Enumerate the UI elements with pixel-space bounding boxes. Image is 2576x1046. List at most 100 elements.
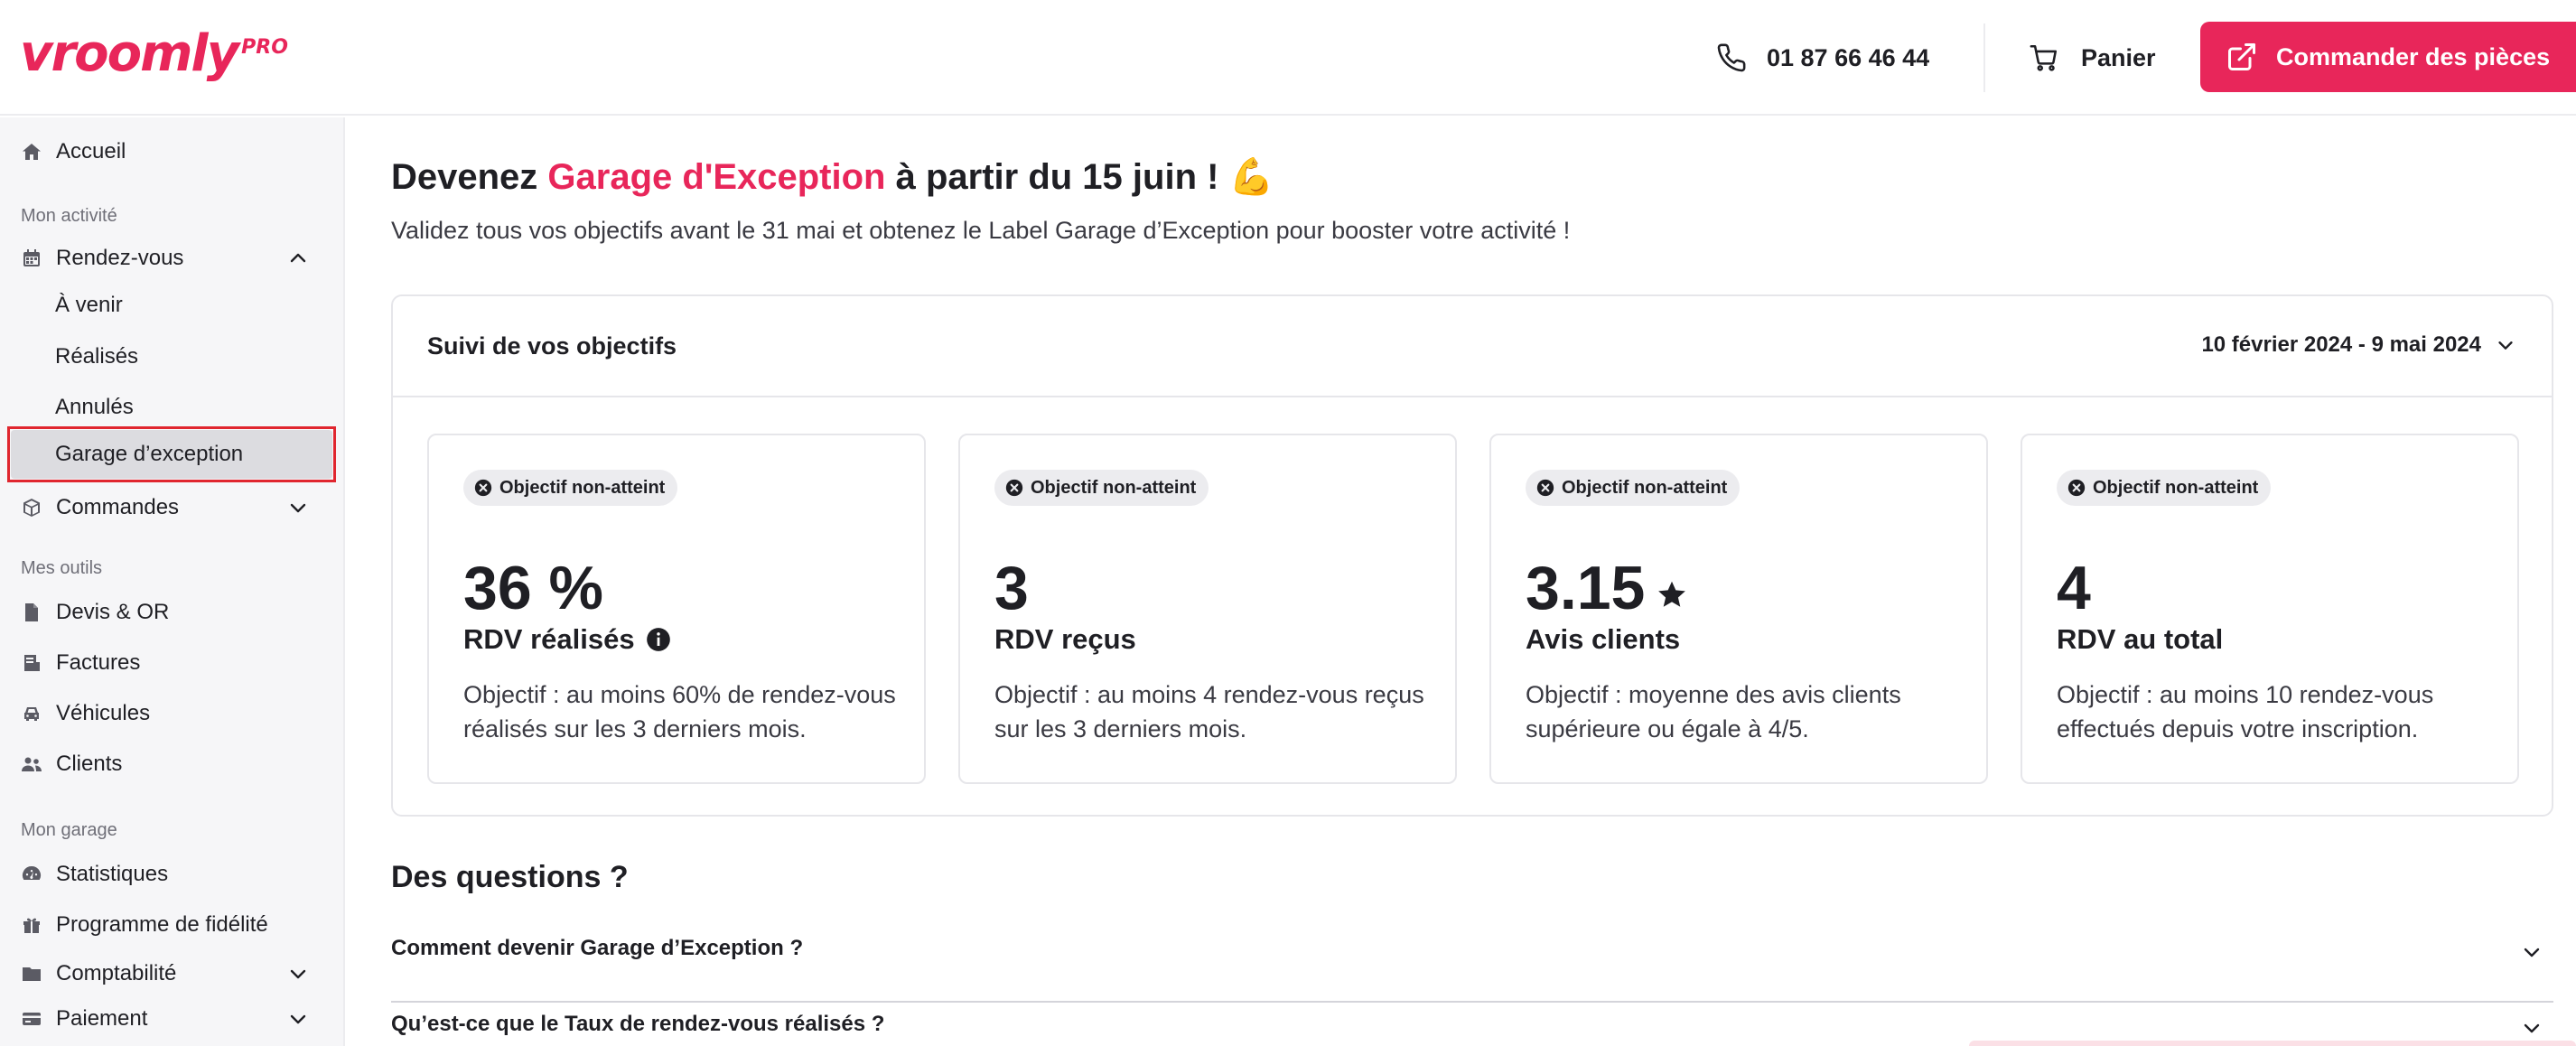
title-prefix: Devenez [391, 157, 548, 197]
phone-number: 01 87 66 46 44 [1767, 43, 1930, 71]
sidebar-item-label: Programme de fidélité [56, 912, 268, 937]
sidebar-item-statistics[interactable]: Statistiques [0, 853, 334, 896]
objectives-panel-title: Suivi de vos objectifs [427, 332, 677, 360]
invoice-icon [20, 651, 43, 675]
phone-icon [1717, 43, 1746, 72]
folder-icon [20, 962, 43, 985]
sidebar-item-label: Statistiques [56, 862, 169, 886]
metric-label: RDV reçus [994, 623, 1136, 655]
objectives-panel: Suivi de vos objectifs 10 février 2024 -… [391, 294, 2553, 817]
status-badge: Objectif non-atteint [1526, 470, 1741, 506]
logo-text: vroomly [20, 24, 239, 83]
objective-card-reviews: Objectif non-atteint 3.15 Avis clients O… [1489, 434, 1988, 784]
sidebar-item-label: Commandes [56, 495, 180, 519]
title-suffix: à partir du 15 juin ! [885, 157, 1219, 197]
objective-card-received: Objectif non-atteint 3 RDV reçus Objecti… [958, 434, 1457, 784]
sidebar-subitem-upcoming[interactable]: À venir [0, 284, 334, 327]
status-badge: Objectif non-atteint [463, 470, 678, 506]
gift-icon [20, 913, 43, 937]
sidebar-item-clients[interactable]: Clients [0, 742, 334, 786]
gauge-icon [20, 863, 43, 886]
order-parts-button[interactable]: Commander des pièces [2200, 22, 2576, 92]
metric-label-text: RDV réalisés [463, 623, 635, 655]
chevron-down-icon [2524, 948, 2540, 957]
metric-value: 3.15 [1526, 553, 1688, 623]
box-icon [20, 496, 43, 519]
metric-value: 3 [994, 554, 1029, 622]
status-badge-label: Objectif non-atteint [499, 477, 666, 498]
sidebar-item-orders[interactable]: Commandes [0, 486, 334, 529]
chevron-down-icon[interactable] [287, 963, 309, 985]
sidebar-item-label: Rendez-vous [56, 246, 184, 270]
page-title: Devenez Garage d'Exception à partir du 1… [391, 155, 1274, 198]
metric-value: 4 [2057, 554, 2091, 622]
document-icon [20, 601, 43, 624]
sidebar-item-quotes[interactable]: Devis & OR [0, 591, 334, 634]
sidebar-section-activity: Mon activité [21, 206, 117, 226]
metric-description: Objectif : au moins 10 rendez-vous effec… [2057, 681, 2434, 742]
sidebar: Accueil Mon activité Rendez-vous À venir… [0, 117, 345, 1046]
sidebar-item-payment[interactable]: Paiement [0, 997, 334, 1041]
chevron-down-icon[interactable] [287, 1008, 309, 1030]
chevron-down-icon [2524, 1023, 2540, 1033]
car-icon [20, 702, 43, 725]
faq-item[interactable]: Comment devenir Garage d’Exception ? [391, 936, 2553, 1003]
sidebar-item-label: Devis & OR [56, 600, 170, 624]
sidebar-subitem-cancelled[interactable]: Annulés [0, 386, 334, 429]
status-badge: Objectif non-atteint [2057, 470, 2272, 506]
sidebar-subitem-garage-exception[interactable]: Garage d’exception [0, 433, 334, 476]
top-header: vroomly PRO 01 87 66 46 44 Panier Comman… [0, 0, 2576, 116]
status-badge-label: Objectif non-atteint [1562, 477, 1728, 498]
metric-value-text: 3.15 [1526, 554, 1646, 622]
title-accent: Garage d'Exception [547, 157, 886, 197]
header-divider [1983, 23, 1985, 92]
star-icon [1658, 581, 1686, 607]
metric-label: RDV réalisés [463, 623, 671, 656]
metric-label: Avis clients [1526, 623, 1681, 655]
sidebar-item-label: Factures [56, 650, 141, 675]
phone-link[interactable]: 01 87 66 46 44 [1716, 36, 1929, 79]
sidebar-item-label: Paiement [56, 1006, 148, 1031]
metric-description: Objectif : au moins 4 rendez-vous reçus … [994, 681, 1424, 742]
chevron-down-icon[interactable] [287, 497, 309, 518]
sidebar-item-home[interactable]: Accueil [0, 130, 334, 173]
vroomly-pro-logo[interactable]: vroomly PRO [20, 25, 288, 83]
sidebar-section-tools: Mes outils [21, 558, 103, 578]
sidebar-item-vehicles[interactable]: Véhicules [0, 692, 334, 735]
close-circle-icon [1536, 479, 1554, 497]
sidebar-subitem-done[interactable]: Réalisés [0, 335, 334, 378]
sidebar-item-loyalty[interactable]: Programme de fidélité [0, 903, 334, 947]
sidebar-item-label: Clients [56, 752, 123, 776]
objective-card-completed-rate: Objectif non-atteint 36 % RDV réalisés O… [427, 434, 926, 784]
chevron-down-icon [2498, 341, 2513, 350]
close-circle-icon [474, 479, 492, 497]
status-badge-label: Objectif non-atteint [1031, 477, 1197, 498]
objectives-panel-header: Suivi de vos objectifs 10 février 2024 -… [393, 296, 2552, 397]
external-link-icon [2228, 43, 2255, 70]
floating-widget-edge[interactable] [1969, 1041, 2576, 1046]
logo-suffix: PRO [241, 36, 288, 59]
faq-title: Des questions ? [391, 860, 629, 894]
cart-link[interactable]: Panier [2029, 36, 2156, 79]
sidebar-item-accounting[interactable]: Comptabilité [0, 952, 334, 995]
sidebar-item-label: Comptabilité [56, 961, 177, 985]
metric-label: RDV au total [2057, 623, 2224, 655]
close-circle-icon [1005, 479, 1023, 497]
chevron-up-icon[interactable] [287, 247, 309, 269]
close-circle-icon [2067, 479, 2086, 497]
flexed-biceps-icon: 💪 [1228, 157, 1274, 197]
sidebar-item-appointments[interactable]: Rendez-vous [0, 237, 334, 280]
faq-question: Comment devenir Garage d’Exception ? [391, 936, 804, 960]
sidebar-section-garage: Mon garage [21, 820, 117, 840]
sidebar-item-invoices[interactable]: Factures [0, 641, 334, 685]
status-badge-label: Objectif non-atteint [2093, 477, 2259, 498]
info-icon[interactable] [646, 627, 671, 652]
objective-card-total: Objectif non-atteint 4 RDV au total Obje… [2021, 434, 2519, 784]
date-range-selector[interactable]: 10 février 2024 - 9 mai 2024 [2201, 332, 2515, 358]
date-range-label: 10 février 2024 - 9 mai 2024 [2201, 332, 2481, 357]
sidebar-item-label: Accueil [56, 139, 126, 163]
order-parts-label: Commander des pièces [2276, 42, 2551, 70]
metric-description: Objectif : au moins 60% de rendez-vous r… [463, 681, 896, 742]
cart-icon [2030, 44, 2058, 71]
page-subtitle: Validez tous vos objectifs avant le 31 m… [391, 217, 1571, 244]
